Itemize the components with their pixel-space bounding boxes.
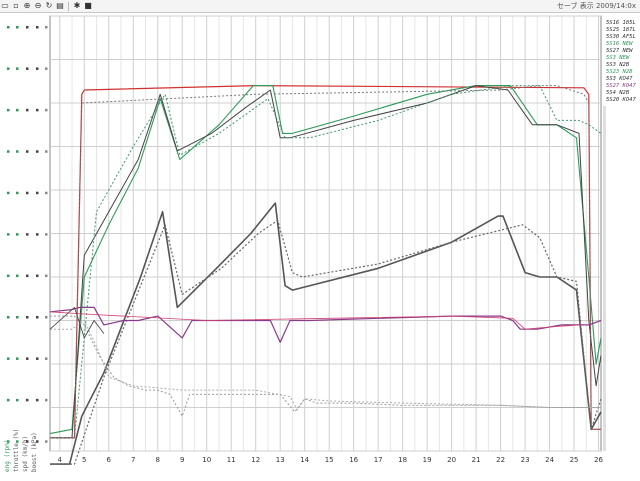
axis-tick xyxy=(7,191,10,195)
axis-tick xyxy=(45,357,48,360)
axis-tick xyxy=(26,357,29,360)
legend-entry: 5S25 187L xyxy=(606,27,636,33)
x-tick-label: 18 xyxy=(398,456,407,464)
x-tick-label: 12 xyxy=(251,456,260,464)
axis-tick xyxy=(45,316,48,319)
y-axis-title: throttle (%) xyxy=(13,429,20,472)
axis-tick xyxy=(36,191,39,195)
legend-entry: 5S16 185L xyxy=(606,20,636,26)
axis-tick xyxy=(7,398,10,402)
axis-tick xyxy=(26,108,29,112)
axis-tick xyxy=(36,398,39,402)
x-tick-label: 13 xyxy=(276,456,285,464)
axis-tick xyxy=(36,357,39,360)
axis-tick xyxy=(7,108,10,112)
axis-tick xyxy=(7,26,10,29)
axis-tick xyxy=(45,26,48,29)
x-tick-label: 24 xyxy=(545,456,554,464)
y-axis-title: boost (kPa) xyxy=(31,432,38,472)
x-tick-label: 4 xyxy=(58,456,63,464)
axis-tick xyxy=(36,316,39,319)
legend-entry: 5S20 KO47 xyxy=(606,97,636,103)
x-tick-label: 16 xyxy=(349,456,358,464)
y-axis-title: spd (km/h) xyxy=(22,436,29,472)
legend-entry: 5S27 KO47 xyxy=(606,83,636,89)
axis-tick xyxy=(16,233,19,236)
x-tick-label: 15 xyxy=(325,456,334,464)
axis-tick xyxy=(16,108,19,112)
axis-tick xyxy=(45,108,48,112)
axis-tick xyxy=(45,191,48,195)
x-tick-label: 20 xyxy=(447,456,456,464)
axis-tick xyxy=(16,316,19,319)
axis-tick xyxy=(36,233,39,236)
axis-tick xyxy=(7,67,10,70)
x-tick-label: 9 xyxy=(180,456,184,464)
axis-tick xyxy=(45,274,48,278)
axis-tick xyxy=(7,274,10,278)
x-tick-label: 11 xyxy=(227,456,236,464)
axis-tick xyxy=(45,398,48,402)
chart: 4 5 6 7 8 9 10 11 12 13 14 15 16 17 18 19 20 21 22 23 24 25 26… xyxy=(0,15,640,481)
axis-tick xyxy=(16,357,19,360)
legend-entry: 5S16 NEW xyxy=(606,41,633,47)
axis-tick xyxy=(26,67,29,70)
axis-tick xyxy=(26,150,29,153)
x-tick-label: 26 xyxy=(594,456,603,464)
axis-tick xyxy=(16,67,19,70)
x-tick-label: 23 xyxy=(521,456,530,464)
legend-entry: 5S3 KO47 xyxy=(606,76,633,82)
x-tick-label: 25 xyxy=(570,456,579,464)
axis-tick xyxy=(36,108,39,112)
x-tick-label: 19 xyxy=(423,456,432,464)
axis-tick xyxy=(26,274,29,278)
x-tick-label: 7 xyxy=(131,456,135,464)
axis-tick xyxy=(45,150,48,153)
x-tick-label: 22 xyxy=(496,456,505,464)
axis-tick xyxy=(26,398,29,402)
x-tick-label: 5 xyxy=(82,456,86,464)
axis-tick xyxy=(45,233,48,236)
axis-tick xyxy=(7,357,10,360)
axis-tick xyxy=(7,233,10,236)
axis-tick xyxy=(36,26,39,29)
x-tick-label: 8 xyxy=(156,456,160,464)
legend-entry: 5S3 N2B xyxy=(606,62,630,68)
axis-tick xyxy=(26,191,29,195)
legend-entry: 5S4 N2B xyxy=(606,90,630,96)
left-axis-panel xyxy=(0,16,49,481)
axis-tick xyxy=(16,398,19,402)
legend-entry: 5S30 AF5L xyxy=(606,34,636,40)
legend-entry: 5S23 N2B xyxy=(606,69,633,75)
legend-entry: 5S27 NEW xyxy=(606,48,633,54)
axis-tick xyxy=(45,67,48,70)
axis-tick xyxy=(26,316,29,319)
x-axis: 4 5 6 7 8 9 10 11 12 13 14 15 16 17 18 19 20 21 22 23 24 25 26 xyxy=(58,456,604,464)
x-tick-label: 10 xyxy=(202,456,211,464)
legend-entry: 5S3 NEW xyxy=(606,55,630,61)
legend-scrollbar xyxy=(603,106,606,451)
axis-tick xyxy=(36,150,39,153)
axis-tick xyxy=(16,26,19,29)
axis-tick xyxy=(7,316,10,319)
axis-tick xyxy=(7,150,10,153)
axis-tick xyxy=(16,274,19,278)
x-tick-label: 6 xyxy=(107,456,112,464)
axis-tick xyxy=(26,233,29,236)
x-tick-label: 21 xyxy=(472,456,481,464)
axis-tick xyxy=(16,191,19,195)
axis-tick xyxy=(16,150,19,153)
x-tick-label: 17 xyxy=(374,456,383,464)
axis-tick xyxy=(36,67,39,70)
x-tick-label: 14 xyxy=(300,456,309,464)
axis-tick xyxy=(45,440,48,443)
y-axis-title: eng (rpm) xyxy=(4,439,11,472)
axis-tick xyxy=(26,26,29,29)
axis-tick xyxy=(36,274,39,278)
